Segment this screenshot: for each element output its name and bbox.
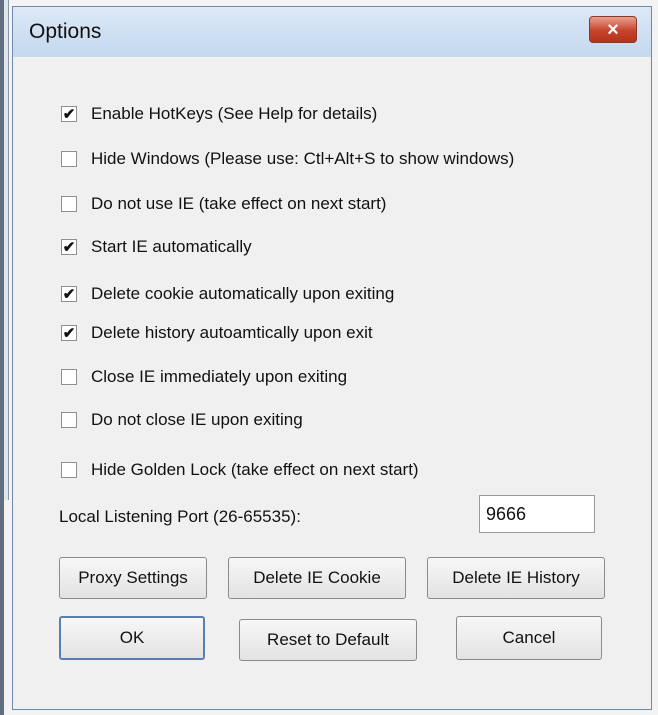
option-label: Do not close IE upon exiting — [91, 410, 303, 429]
checkbox[interactable]: ✔ — [61, 106, 77, 122]
option-delete-cookie[interactable]: ✔ Delete cookie automatically upon exiti… — [61, 284, 394, 304]
close-button[interactable]: × — [589, 16, 637, 43]
cancel-button[interactable]: Cancel — [456, 616, 602, 660]
option-hide-golden-lock[interactable]: Hide Golden Lock (take effect on next st… — [61, 460, 419, 480]
option-do-not-close-ie[interactable]: Do not close IE upon exiting — [61, 410, 303, 430]
checkbox[interactable] — [61, 196, 77, 212]
option-hide-windows[interactable]: Hide Windows (Please use: Ctl+Alt+S to s… — [61, 149, 514, 169]
checkbox[interactable] — [61, 369, 77, 385]
checkbox[interactable]: ✔ — [61, 286, 77, 302]
delete-ie-history-button[interactable]: Delete IE History — [427, 557, 605, 599]
option-label: Delete cookie automatically upon exiting — [91, 284, 395, 303]
close-icon: × — [607, 18, 619, 41]
option-label: Start IE automatically — [91, 237, 252, 256]
option-label: Hide Windows (Please use: Ctl+Alt+S to s… — [91, 149, 515, 168]
title-bar[interactable]: Options × — [13, 7, 651, 58]
option-label: Hide Golden Lock (take effect on next st… — [91, 460, 419, 479]
dialog-title: Options — [29, 20, 102, 43]
option-close-ie[interactable]: Close IE immediately upon exiting — [61, 367, 347, 387]
checkbox[interactable]: ✔ — [61, 325, 77, 341]
checkbox[interactable] — [61, 151, 77, 167]
reset-to-default-button[interactable]: Reset to Default — [239, 619, 417, 661]
checkbox[interactable] — [61, 412, 77, 428]
option-label: Delete history autoamtically upon exit — [91, 323, 373, 342]
proxy-settings-button[interactable]: Proxy Settings — [59, 557, 207, 599]
option-label: Enable HotKeys (See Help for details) — [91, 104, 378, 123]
option-start-ie[interactable]: ✔ Start IE automatically — [61, 237, 252, 257]
option-enable-hotkeys[interactable]: ✔ Enable HotKeys (See Help for details) — [61, 104, 377, 124]
checkbox[interactable] — [61, 462, 77, 478]
options-dialog: Options × ✔ Enable HotKeys (See Help for… — [12, 6, 652, 710]
delete-ie-cookie-button[interactable]: Delete IE Cookie — [228, 557, 406, 599]
option-delete-history[interactable]: ✔ Delete history autoamtically upon exit — [61, 323, 373, 343]
dialog-content: ✔ Enable HotKeys (See Help for details) … — [13, 57, 651, 709]
option-do-not-use-ie[interactable]: Do not use IE (take effect on next start… — [61, 194, 386, 214]
checkbox[interactable]: ✔ — [61, 239, 77, 255]
port-label: Local Listening Port (26-65535): — [59, 507, 301, 526]
ok-button[interactable]: OK — [59, 616, 205, 660]
background-window-pane — [4, 0, 9, 500]
option-label: Close IE immediately upon exiting — [91, 367, 348, 386]
port-input[interactable] — [479, 495, 595, 533]
option-label: Do not use IE (take effect on next start… — [91, 194, 387, 213]
